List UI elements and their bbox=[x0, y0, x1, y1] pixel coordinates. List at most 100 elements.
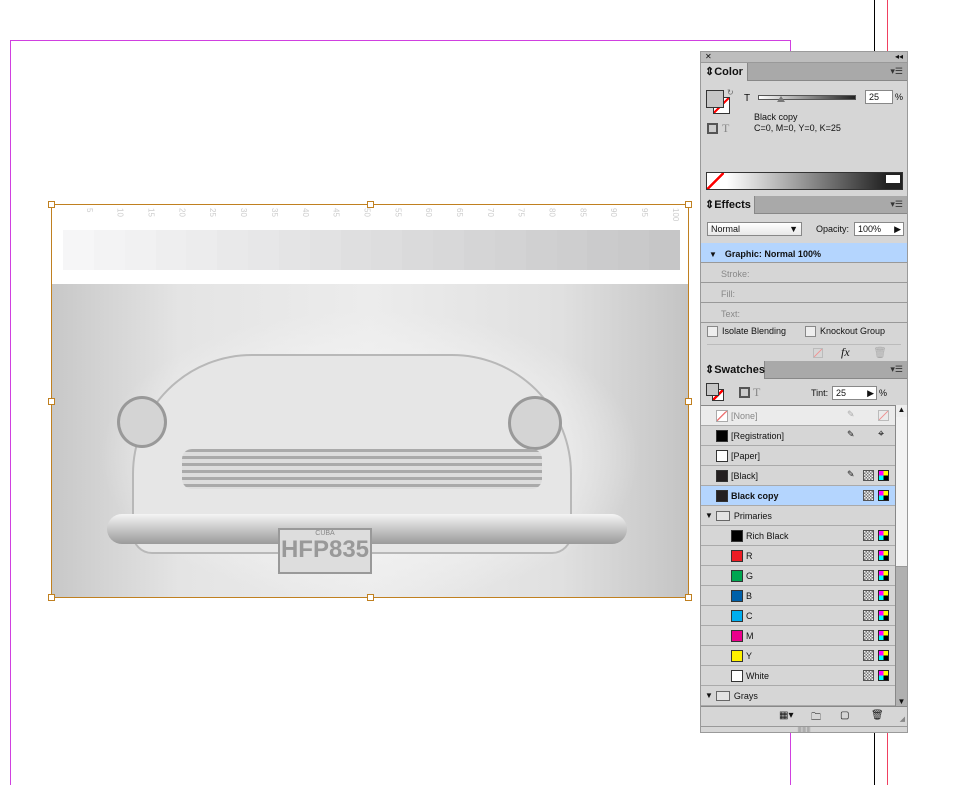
disclosure-triangle-icon[interactable]: ▼ bbox=[705, 691, 713, 700]
process-color-icon bbox=[863, 550, 874, 561]
blend-mode-select[interactable]: Normal ▼ bbox=[707, 222, 802, 236]
panel-menu-icon[interactable]: ▾☰ bbox=[890, 199, 903, 210]
swatch-item[interactable]: White bbox=[701, 666, 895, 686]
image-frame[interactable] bbox=[48, 201, 692, 601]
process-color-icon bbox=[863, 470, 874, 481]
process-color-icon bbox=[863, 670, 874, 681]
panel-menu-icon[interactable]: ▾☰ bbox=[890, 66, 903, 77]
disclosure-triangle-icon[interactable]: ▼ bbox=[705, 511, 713, 520]
scroll-up-icon[interactable]: ▲ bbox=[896, 405, 907, 417]
swatch-tint-input[interactable]: 25 ▶ bbox=[832, 386, 877, 400]
fx-button[interactable]: fx bbox=[841, 345, 850, 360]
swatch-item[interactable]: [None] ✎ bbox=[701, 406, 895, 426]
frame-handle[interactable] bbox=[48, 201, 55, 208]
swatch-item[interactable]: M bbox=[701, 626, 895, 646]
swatch-item[interactable]: [Paper] bbox=[701, 446, 895, 466]
cmyk-mode-icon bbox=[878, 590, 889, 601]
dock-grip[interactable]: |||||||||| bbox=[701, 726, 907, 733]
swatch-item[interactable]: R bbox=[701, 546, 895, 566]
color-chip bbox=[716, 449, 728, 462]
non-editable-icon: ✎ bbox=[847, 409, 855, 419]
effects-panel-header: ⇕Effects ▾☰ bbox=[701, 196, 907, 214]
effects-level-item[interactable]: Fill: bbox=[701, 283, 907, 303]
new-group-icon[interactable]: 🗀 bbox=[811, 710, 821, 727]
cmyk-mode-icon bbox=[878, 550, 889, 561]
swatch-group[interactable]: ▼ Grays bbox=[701, 686, 895, 706]
frame-handle[interactable] bbox=[685, 201, 692, 208]
formatting-text-icon[interactable]: T bbox=[722, 121, 729, 136]
disclosure-triangle-icon[interactable]: ▼ bbox=[709, 250, 717, 259]
trash-icon[interactable]: 🗑 bbox=[873, 346, 887, 359]
non-editable-icon: ✎ bbox=[847, 429, 855, 439]
swatch-item[interactable]: [Registration] ✎ ⌖ bbox=[701, 426, 895, 446]
formatting-container-icon[interactable] bbox=[739, 387, 750, 398]
effects-level-graphic[interactable]: ▼ Graphic: Normal 100% bbox=[701, 243, 907, 263]
knockout-group-checkbox[interactable]: Knockout Group bbox=[805, 326, 885, 338]
cmyk-mode-icon bbox=[878, 490, 889, 501]
color-chip bbox=[731, 549, 743, 562]
cmyk-mode-icon bbox=[878, 610, 889, 621]
tint-label: Tint: bbox=[811, 388, 829, 398]
arrow-right-icon[interactable]: ▶ bbox=[867, 388, 874, 399]
frame-handle[interactable] bbox=[685, 398, 692, 405]
scroll-thumb[interactable] bbox=[896, 417, 907, 567]
swatch-item[interactable]: Y bbox=[701, 646, 895, 666]
resize-grip-icon[interactable]: ◢ bbox=[900, 715, 905, 723]
none-color-icon[interactable] bbox=[707, 173, 724, 189]
color-chip bbox=[731, 569, 743, 582]
process-color-icon bbox=[863, 630, 874, 641]
swatch-item[interactable]: G bbox=[701, 566, 895, 586]
cmyk-mode-icon bbox=[878, 570, 889, 581]
tab-swatches[interactable]: ⇕Swatches bbox=[701, 361, 765, 379]
opacity-input[interactable]: 100% ▶ bbox=[854, 222, 904, 236]
clear-effects-icon[interactable] bbox=[813, 348, 823, 358]
isolate-blending-checkbox[interactable]: Isolate Blending bbox=[707, 326, 786, 338]
color-chip bbox=[716, 469, 728, 482]
scroll-down-icon[interactable]: ▼ bbox=[896, 697, 907, 706]
swap-icon[interactable]: ↻ bbox=[727, 88, 734, 97]
panel-menu-icon[interactable]: ▾☰ bbox=[890, 364, 903, 375]
slider-label: T bbox=[744, 93, 751, 104]
frame-handle[interactable] bbox=[367, 201, 374, 208]
swatch-item[interactable]: B bbox=[701, 586, 895, 606]
process-color-icon bbox=[863, 590, 874, 601]
new-swatch-icon[interactable]: ▢ bbox=[840, 710, 849, 721]
tint-input[interactable]: 25 bbox=[865, 90, 893, 104]
tint-slider[interactable] bbox=[758, 95, 856, 100]
swatch-group[interactable]: ▼ Primaries bbox=[701, 506, 895, 526]
swatches-footer: ▦▾ 🗀 ▢ 🗑 ◢ bbox=[701, 706, 907, 726]
swatch-list: [None] ✎ [Registration] ✎ ⌖ [Paper] [Black] ✎ Bl… bbox=[701, 405, 895, 706]
slider-thumb[interactable] bbox=[777, 96, 785, 102]
frame-handle[interactable] bbox=[367, 594, 374, 601]
white-color-chip[interactable] bbox=[886, 175, 900, 183]
cmyk-mode-icon bbox=[878, 630, 889, 641]
color-ramp[interactable] bbox=[706, 172, 903, 190]
tab-effects[interactable]: ⇕Effects bbox=[701, 196, 755, 214]
effects-level-item[interactable]: Stroke: bbox=[701, 263, 907, 283]
folder-icon bbox=[715, 690, 730, 701]
swatch-item[interactable]: C bbox=[701, 606, 895, 626]
color-values: C=0, M=0, Y=0, K=25 bbox=[754, 123, 841, 133]
close-icon[interactable]: ✕ bbox=[705, 52, 712, 61]
show-swatch-kinds-icon[interactable]: ▦▾ bbox=[779, 710, 793, 721]
effects-level-item[interactable]: Text: bbox=[701, 303, 907, 323]
percent-label: % bbox=[895, 92, 904, 102]
fill-stroke-proxy[interactable] bbox=[706, 383, 726, 403]
swatch-item[interactable]: [Black] ✎ bbox=[701, 466, 895, 486]
none-type-icon bbox=[878, 410, 889, 421]
tab-color[interactable]: ⇕Color bbox=[701, 63, 748, 81]
trash-icon[interactable]: 🗑 bbox=[871, 710, 884, 721]
collapse-icon[interactable]: ◂◂ bbox=[895, 52, 903, 61]
swatch-item[interactable]: Rich Black bbox=[701, 526, 895, 546]
arrow-right-icon[interactable]: ▶ bbox=[894, 224, 901, 235]
formatting-container-icon[interactable] bbox=[707, 123, 718, 134]
scrollbar[interactable]: ▲ ▼ bbox=[895, 405, 907, 706]
chevron-down-icon: ▼ bbox=[789, 224, 798, 234]
frame-handle[interactable] bbox=[685, 594, 692, 601]
swatch-item[interactable]: Black copy bbox=[701, 486, 895, 506]
margin-guide-left bbox=[10, 40, 11, 785]
formatting-text-icon[interactable]: T bbox=[753, 385, 760, 400]
panel-titlebar: ✕ ◂◂ bbox=[701, 52, 907, 63]
frame-handle[interactable] bbox=[48, 398, 55, 405]
frame-handle[interactable] bbox=[48, 594, 55, 601]
